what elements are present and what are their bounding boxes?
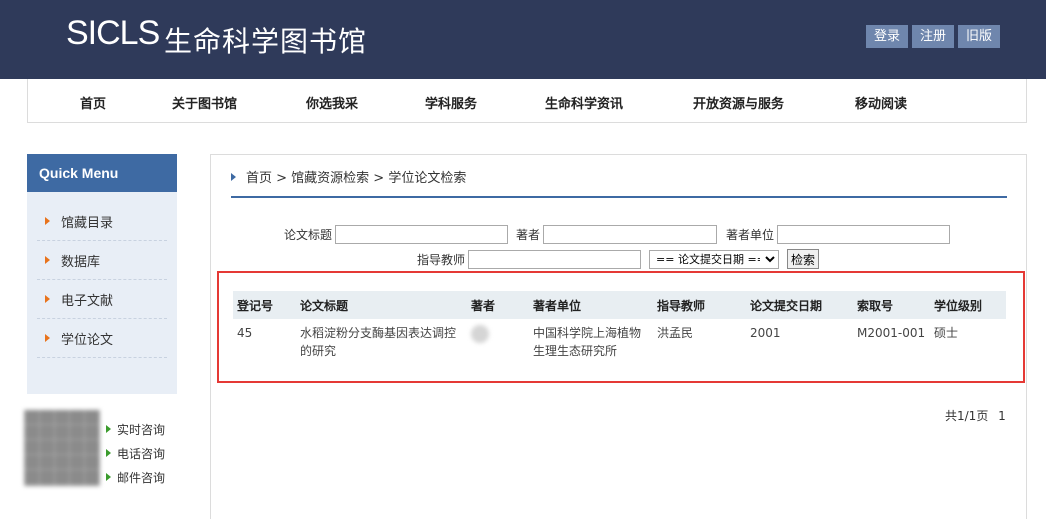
site-title: 生命科学图书馆 — [164, 25, 368, 58]
author-input[interactable] — [543, 225, 718, 244]
qr-code-image — [24, 410, 100, 486]
nav-life-science-news[interactable]: 生命科学资讯 — [545, 93, 623, 112]
author-unit-input[interactable] — [777, 225, 951, 244]
arrow-right-icon — [45, 334, 50, 342]
consult-links: 实时咨询 电话咨询 邮件咨询 — [106, 417, 165, 489]
col-advisor: 指导教师 — [653, 291, 746, 319]
col-degree: 学位级别 — [930, 291, 1006, 319]
quick-menu-item-ebooks[interactable]: 电子文献 — [37, 280, 167, 319]
redacted-author — [471, 324, 489, 343]
quick-menu: Quick Menu 馆藏目录 数据库 电子文献 学位论文 — [27, 154, 177, 394]
triangle-right-icon — [106, 425, 111, 433]
quick-menu-title: Quick Menu — [27, 154, 177, 192]
quick-menu-label: 电子文献 — [61, 293, 114, 309]
pagination-summary: 共1/1页 — [945, 409, 989, 423]
search-row-1: 论文标题 著者 著者单位 — [284, 225, 951, 244]
search-row-2: 指导教师 == 论文提交日期 == 检索 — [417, 249, 820, 269]
col-title: 论文标题 — [296, 291, 467, 319]
main-content: 首页 > 馆藏资源检索 > 学位论文检索 论文标题 著者 著者单位 指导教师 =… — [210, 154, 1027, 519]
col-date: 论文提交日期 — [746, 291, 853, 319]
table-row[interactable]: 45 水稻淀粉分支酶基因表达调控的研究 中国科学院上海植物生理生态研究所 洪孟民… — [233, 319, 1006, 367]
submit-date-select[interactable]: == 论文提交日期 == — [649, 249, 780, 269]
consult-label: 电话咨询 — [117, 446, 166, 461]
author-label: 著者 — [516, 228, 541, 242]
nav-home[interactable]: 首页 — [80, 93, 106, 112]
advisor-input[interactable] — [468, 249, 642, 269]
login-button[interactable]: 登录 — [866, 25, 908, 48]
cell-reg-no: 45 — [237, 326, 253, 340]
triangle-right-icon — [106, 449, 111, 457]
consult-live-link[interactable]: 实时咨询 — [106, 417, 165, 441]
cell-title[interactable]: 水稻淀粉分支酶基因表达调控的研究 — [296, 319, 467, 367]
site-logo[interactable]: SICLS — [66, 14, 160, 53]
title-input[interactable] — [335, 225, 509, 244]
results-table: 登记号 论文标题 著者 著者单位 指导教师 论文提交日期 索取号 学位级别 45… — [233, 291, 1006, 367]
quick-menu-item-catalog[interactable]: 馆藏目录 — [37, 202, 167, 241]
author-unit-label: 著者单位 — [726, 228, 775, 242]
breadcrumb-text[interactable]: 首页 > 馆藏资源检索 > 学位论文检索 — [246, 167, 466, 186]
cell-call-no: M2001-001 — [857, 326, 926, 340]
col-reg-no: 登记号 — [233, 291, 296, 319]
consult-label: 实时咨询 — [117, 422, 166, 437]
col-author: 著者 — [467, 291, 529, 319]
quick-menu-item-thesis[interactable]: 学位论文 — [37, 319, 167, 358]
quick-menu-list: 馆藏目录 数据库 电子文献 学位论文 — [27, 192, 177, 358]
cell-author — [467, 319, 529, 367]
arrow-right-icon — [45, 295, 50, 303]
arrow-right-icon — [45, 217, 50, 225]
page-link-1[interactable]: 1 — [998, 409, 1006, 423]
nav-about[interactable]: 关于图书馆 — [172, 93, 237, 112]
cell-unit: 中国科学院上海植物生理生态研究所 — [533, 326, 642, 358]
cell-advisor: 洪孟民 — [657, 326, 694, 340]
nav-purchase[interactable]: 你选我采 — [306, 93, 358, 112]
nav-open-resources[interactable]: 开放资源与服务 — [693, 93, 784, 112]
breadcrumb: 首页 > 馆藏资源检索 > 学位论文检索 — [231, 167, 466, 186]
cell-degree: 硕士 — [934, 326, 959, 340]
nav-subject-service[interactable]: 学科服务 — [425, 93, 477, 112]
top-header: SICLS 生命科学图书馆 登录 注册 旧版 — [0, 0, 1046, 79]
consult-email-link[interactable]: 邮件咨询 — [106, 465, 165, 489]
table-header-row: 登记号 论文标题 著者 著者单位 指导教师 论文提交日期 索取号 学位级别 — [233, 291, 1006, 319]
pagination: 共1/1页 1 — [945, 407, 1006, 424]
quick-menu-label: 馆藏目录 — [61, 215, 114, 231]
quick-menu-label: 数据库 — [61, 254, 101, 270]
cell-date: 2001 — [750, 326, 781, 340]
quick-menu-item-database[interactable]: 数据库 — [37, 241, 167, 280]
triangle-right-icon — [231, 172, 236, 181]
consult-phone-link[interactable]: 电话咨询 — [106, 441, 165, 465]
consult-label: 邮件咨询 — [117, 470, 166, 485]
old-version-button[interactable]: 旧版 — [958, 25, 1000, 48]
breadcrumb-divider — [231, 196, 1007, 198]
advisor-label: 指导教师 — [417, 252, 466, 267]
nav-mobile-reading[interactable]: 移动阅读 — [855, 93, 907, 112]
col-call-no: 索取号 — [853, 291, 930, 319]
register-button[interactable]: 注册 — [912, 25, 954, 48]
main-nav: 首页 关于图书馆 你选我采 学科服务 生命科学资讯 开放资源与服务 移动阅读 — [27, 79, 1027, 123]
triangle-right-icon — [106, 473, 111, 481]
search-button[interactable]: 检索 — [787, 249, 820, 269]
header-buttons: 登录 注册 旧版 — [866, 25, 1000, 48]
quick-menu-label: 学位论文 — [61, 332, 114, 348]
title-label: 论文标题 — [284, 228, 333, 242]
col-unit: 著者单位 — [529, 291, 653, 319]
arrow-right-icon — [45, 256, 50, 264]
